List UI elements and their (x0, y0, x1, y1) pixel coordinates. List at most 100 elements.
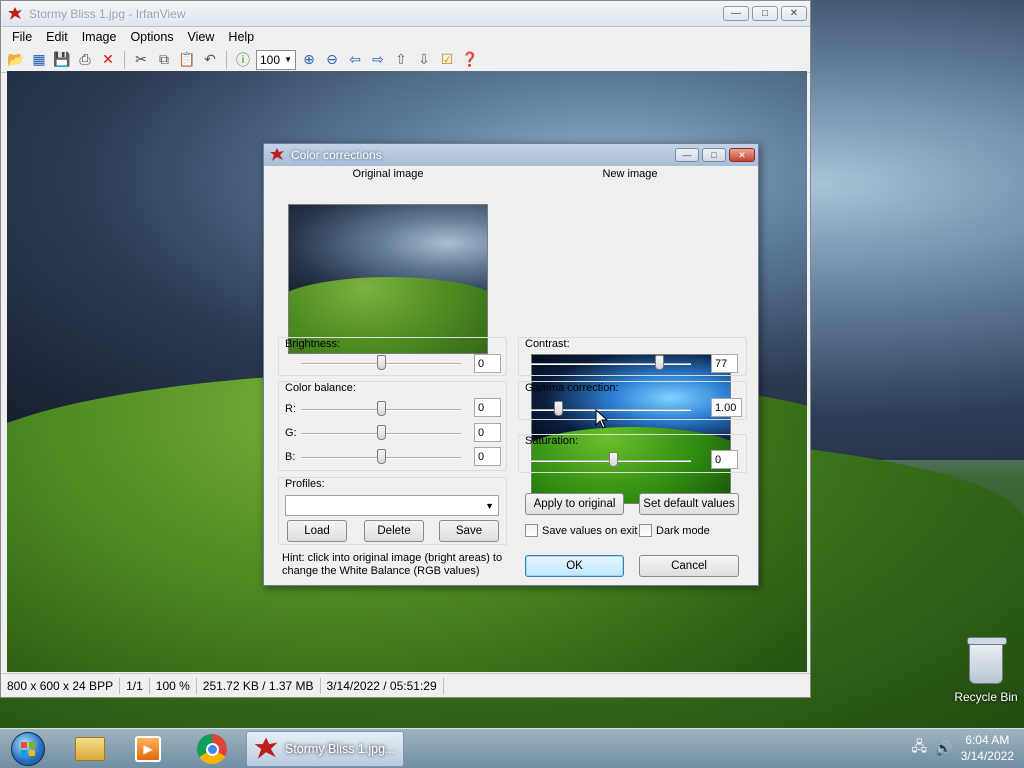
menu-view[interactable]: View (181, 30, 222, 44)
status-filesize: 251.72 KB / 1.37 MB (197, 677, 321, 694)
chrome-taskbar-button[interactable] (192, 731, 232, 767)
contrast-input[interactable]: 77 (711, 354, 738, 373)
status-bar: 800 x 600 x 24 BPP 1/1 100 % 251.72 KB /… (1, 673, 810, 697)
recycle-bin-label: Recycle Bin (954, 690, 1018, 704)
gamma-input[interactable]: 1.00 (711, 398, 742, 417)
checkbox-box (525, 524, 538, 537)
menu-help[interactable]: Help (221, 30, 261, 44)
saturation-slider[interactable] (609, 452, 618, 467)
status-page: 1/1 (120, 677, 150, 694)
gamma-label: Gamma correction: (525, 382, 619, 394)
delete-icon[interactable]: ✕ (98, 50, 118, 70)
dark-mode-checkbox[interactable]: Dark mode (639, 524, 710, 537)
gamma-slider[interactable] (554, 401, 563, 416)
toolbar: 📂 ▦ 💾 ⎙ ✕ ✂ ⧉ 📋 ↶ ⓘ 100 ▼ ⊕ ⊖ ⇦ ⇨ ⇧ ⇩ ☑ … (1, 47, 810, 73)
chrome-icon (197, 734, 227, 764)
cancel-button[interactable]: Cancel (639, 555, 739, 577)
rotate-right-icon[interactable]: ⇩ (414, 50, 434, 70)
next-arrow-icon[interactable]: ⇨ (368, 50, 388, 70)
cut-icon[interactable]: ✂ (131, 50, 151, 70)
red-input[interactable]: 0 (474, 398, 501, 417)
taskbar: ▶ Stormy Bliss 1.jpg... (0, 728, 1024, 768)
help-icon[interactable]: ❓ (460, 50, 480, 70)
color-corrections-dialog: Color corrections — □ ✕ Original image N… (263, 143, 759, 586)
load-button[interactable]: Load (287, 520, 347, 542)
toolbar-separator (124, 50, 125, 69)
media-player-taskbar-button[interactable]: ▶ (128, 731, 168, 767)
save-icon[interactable]: 💾 (52, 50, 72, 70)
apply-to-original-button[interactable]: Apply to original (525, 493, 624, 515)
dialog-minimize-button[interactable]: — (675, 148, 699, 162)
file-explorer-taskbar-button[interactable] (70, 731, 110, 767)
maximize-button[interactable]: □ (752, 6, 778, 21)
close-button[interactable]: ✕ (781, 6, 807, 21)
green-input[interactable]: 0 (474, 423, 501, 442)
window-titlebar[interactable]: Stormy Bliss 1.jpg - IrfanView — □ ✕ (1, 1, 810, 27)
brightness-group: Brightness: 0 (278, 337, 507, 376)
paste-icon[interactable]: 📋 (177, 50, 197, 70)
zoom-out-icon[interactable]: ⊖ (322, 50, 342, 70)
network-icon[interactable]: 🖧 (912, 736, 928, 760)
blue-slider[interactable] (377, 449, 386, 464)
brightness-input[interactable]: 0 (474, 354, 501, 373)
color-balance-label: Color balance: (285, 382, 356, 394)
clock-date: 3/14/2022 (960, 749, 1014, 763)
zoom-value: 100 (260, 52, 281, 67)
start-button[interactable] (8, 731, 48, 767)
brightness-slider[interactable] (377, 355, 386, 370)
rotate-left-icon[interactable]: ⇧ (391, 50, 411, 70)
zoom-in-icon[interactable]: ⊕ (299, 50, 319, 70)
contrast-label: Contrast: (525, 338, 570, 350)
clock[interactable]: 6:04 AM 3/14/2022 (961, 732, 1014, 764)
menu-image[interactable]: Image (75, 30, 124, 44)
save-values-on-exit-checkbox[interactable]: Save values on exit (525, 524, 637, 537)
green-label: G: (285, 427, 297, 439)
new-image-preview (531, 354, 731, 504)
red-slider[interactable] (377, 401, 386, 416)
new-image-label: New image (602, 168, 658, 180)
zoom-select[interactable]: 100 ▼ (256, 49, 296, 70)
slideshow-icon[interactable]: ▦ (29, 50, 49, 70)
minimize-button[interactable]: — (723, 6, 749, 21)
windows-logo-icon (11, 732, 45, 766)
irfanview-taskbar-button[interactable]: Stormy Bliss 1.jpg... (246, 731, 404, 767)
recycle-bin-icon (967, 637, 1007, 684)
undo-icon[interactable]: ↶ (200, 50, 220, 70)
original-image-preview[interactable] (288, 204, 488, 354)
properties-icon[interactable]: ☑ (437, 50, 457, 70)
save-profile-button[interactable]: Save (439, 520, 499, 542)
taskbar-task-label: Stormy Bliss 1.jpg... (285, 742, 396, 756)
menu-edit[interactable]: Edit (39, 30, 75, 44)
red-label: R: (285, 403, 296, 415)
dialog-close-button[interactable]: ✕ (729, 148, 755, 162)
blue-input[interactable]: 0 (474, 447, 501, 466)
delete-button[interactable]: Delete (364, 520, 424, 542)
folder-icon (75, 737, 105, 761)
print-icon[interactable]: ⎙ (75, 50, 95, 70)
green-slider[interactable] (377, 425, 386, 440)
hint-text: Hint: click into original image (bright … (282, 552, 503, 577)
set-default-values-button[interactable]: Set default values (639, 493, 739, 515)
chevron-down-icon: ▼ (284, 55, 292, 64)
dialog-titlebar[interactable]: Color corrections — □ ✕ (264, 144, 758, 166)
previous-arrow-icon[interactable]: ⇦ (345, 50, 365, 70)
status-zoom: 100 % (150, 677, 197, 694)
blue-label: B: (285, 451, 296, 463)
brightness-label: Brightness: (285, 338, 341, 350)
profiles-combobox[interactable]: ▼ (285, 495, 499, 516)
info-icon[interactable]: ⓘ (233, 50, 253, 70)
menu-options[interactable]: Options (123, 30, 180, 44)
dialog-title: Color corrections (291, 148, 382, 162)
recycle-bin[interactable]: Recycle Bin (950, 637, 1022, 704)
ok-button[interactable]: OK (525, 555, 624, 577)
saturation-input[interactable]: 0 (711, 450, 738, 469)
contrast-slider[interactable] (655, 355, 664, 370)
dialog-maximize-button[interactable]: □ (702, 148, 726, 162)
saturation-group: Saturation: 0 (518, 434, 747, 473)
copy-icon[interactable]: ⧉ (154, 50, 174, 70)
menu-file[interactable]: File (5, 30, 39, 44)
volume-icon[interactable]: 🔊 (935, 740, 952, 757)
status-dimensions: 800 x 600 x 24 BPP (1, 677, 121, 694)
contrast-track (531, 363, 691, 365)
open-icon[interactable]: 📂 (6, 50, 26, 70)
